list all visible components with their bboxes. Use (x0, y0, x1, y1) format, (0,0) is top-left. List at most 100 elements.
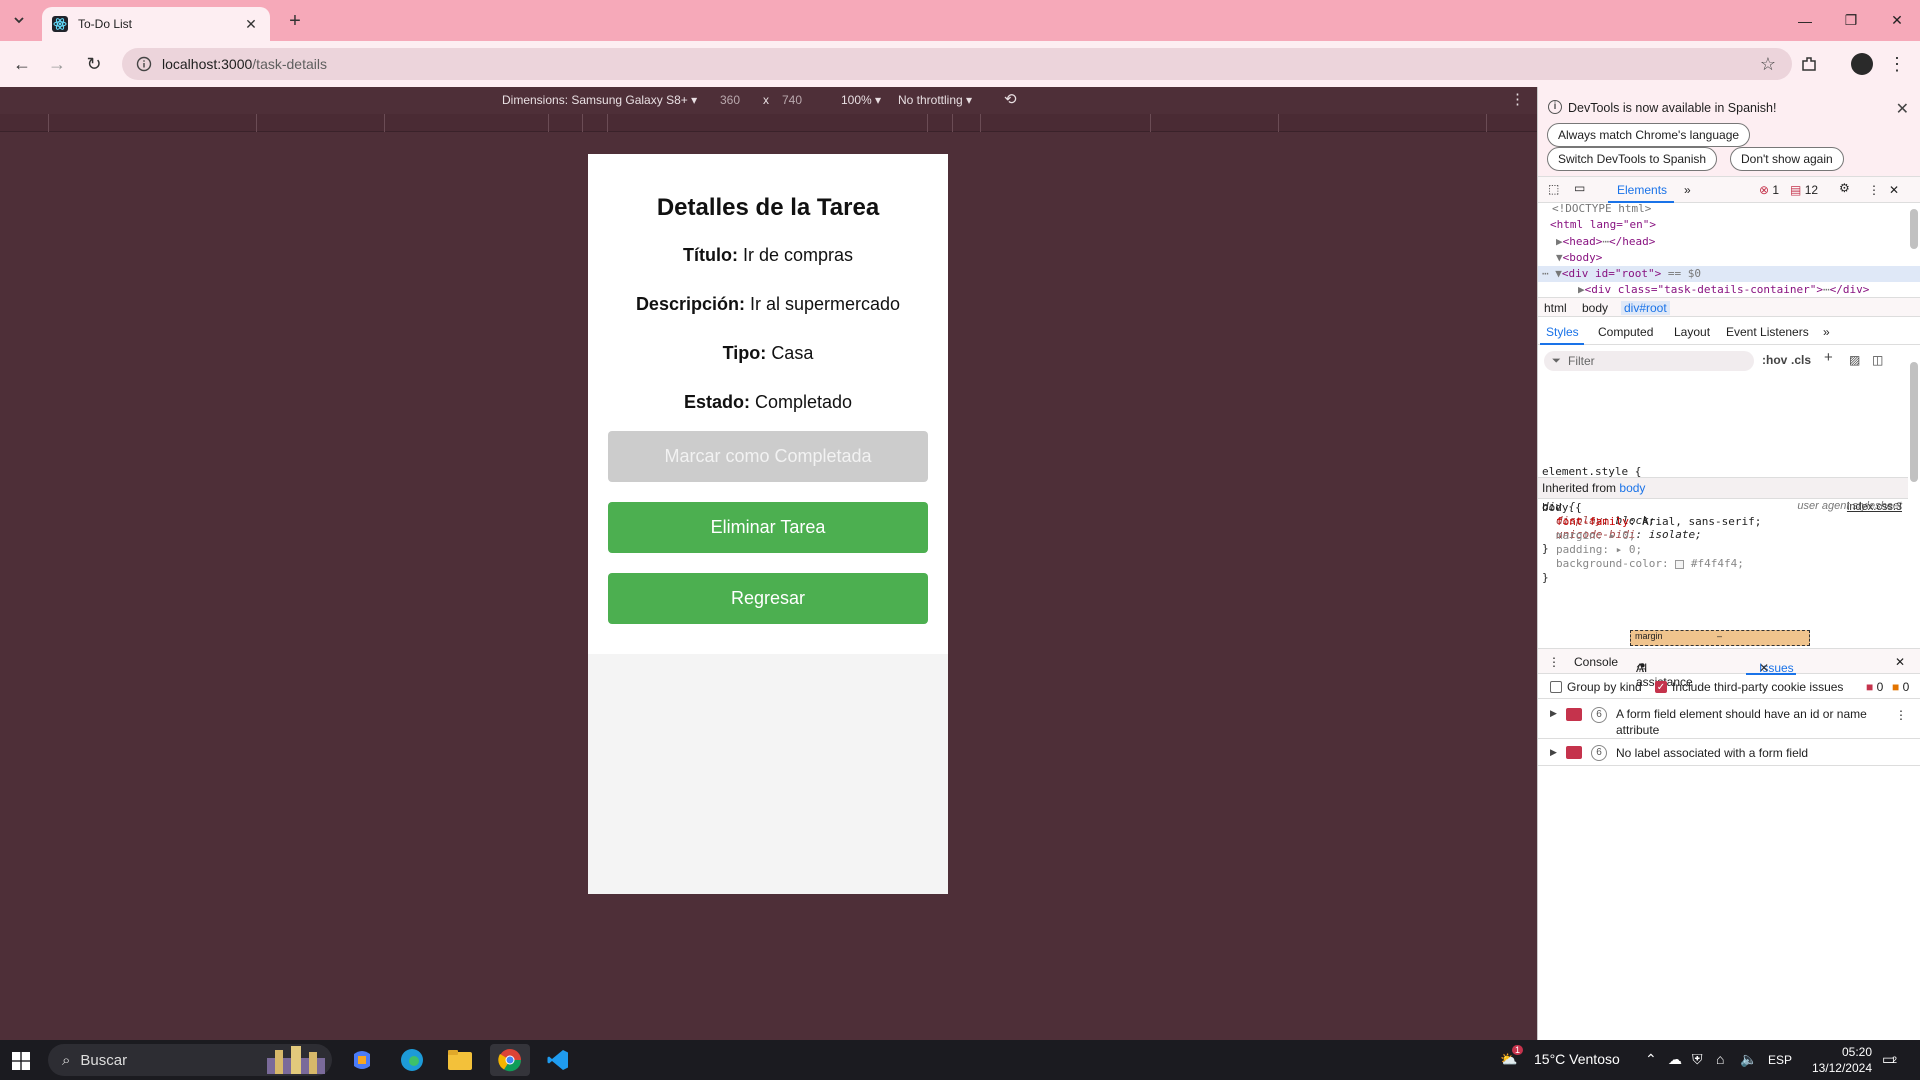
throttling-select[interactable]: No throttling ▾ (898, 93, 972, 107)
sidebar-toggle-icon[interactable]: ◫ (1872, 353, 1883, 367)
dom-body[interactable]: ▼<body> (1538, 250, 1920, 266)
more-subtabs-icon[interactable]: » (1823, 325, 1830, 339)
network-icon[interactable]: ⌂ (1716, 1051, 1724, 1067)
forward-button[interactable]: → (43, 51, 71, 77)
back-to-list-button[interactable]: Regresar (608, 573, 928, 624)
device-more-icon[interactable]: ⋮ (1510, 90, 1525, 108)
device-width-input[interactable]: 360 (720, 93, 740, 107)
device-height-input[interactable]: 740 (782, 93, 802, 107)
device-toggle-icon[interactable]: ▭ (1574, 181, 1585, 195)
styles-scrollbar[interactable] (1910, 362, 1918, 482)
dom-scrollbar[interactable] (1910, 209, 1918, 249)
add-rule-icon[interactable]: + (1824, 349, 1833, 366)
back-button[interactable]: ← (8, 51, 36, 77)
tab-computed[interactable]: Computed (1598, 325, 1653, 339)
address-bar[interactable]: localhost:3000/task-details ☆ (122, 48, 1792, 80)
zoom-select[interactable]: 100% ▾ (841, 93, 881, 107)
search-highlight-image[interactable] (262, 1044, 330, 1076)
settings-gear-icon[interactable]: ⚙ (1839, 181, 1850, 195)
edge-icon[interactable] (392, 1044, 432, 1076)
tab-event-listeners[interactable]: Event Listeners (1726, 325, 1809, 339)
cls-toggle[interactable]: .cls (1791, 353, 1811, 367)
body-rule[interactable]: body { index.css:3 font-family: Arial, s… (1542, 501, 1908, 585)
minimize-button[interactable]: — (1782, 0, 1828, 41)
tab-search-button[interactable] (6, 9, 32, 31)
weather-icon[interactable]: ⛅ 1 (1500, 1045, 1524, 1068)
more-tabs-icon[interactable]: » (1684, 183, 1691, 197)
windows-start-icon[interactable] (12, 1052, 30, 1070)
issue-row[interactable]: ▶ 6 A form field element should have an … (1538, 701, 1920, 739)
devtools-more-icon[interactable]: ⋮ (1868, 183, 1880, 197)
inherited-link[interactable]: body (1619, 481, 1645, 495)
crumb-body[interactable]: body (1582, 301, 1608, 315)
crumb-root[interactable]: div#root (1621, 301, 1670, 315)
dom-head[interactable]: ▶<head>⋯</head> (1538, 234, 1920, 250)
copilot-icon[interactable] (342, 1044, 382, 1076)
drawer-menu-icon[interactable]: ⋮ (1548, 655, 1560, 669)
dom-doctype[interactable]: <!DOCTYPE html> (1538, 201, 1920, 217)
hov-toggle[interactable]: :hov (1762, 353, 1787, 367)
profile-avatar[interactable] (1849, 52, 1875, 76)
third-party-checkbox[interactable]: ✓ (1655, 681, 1667, 693)
clock[interactable]: 05:20 13/12/2024 (1812, 1044, 1872, 1076)
security-icon[interactable]: ⛨ (1692, 1051, 1703, 1068)
browser-tab[interactable]: To-Do List ✕ (42, 7, 270, 41)
rotate-icon[interactable]: ⟲ (1004, 90, 1017, 108)
delete-task-button[interactable]: Eliminar Tarea (608, 502, 928, 553)
chrome-menu-icon[interactable]: ⋮ (1884, 52, 1910, 76)
dom-root-div[interactable]: ⋯ ▼<div id="root"> == $0 (1538, 266, 1920, 282)
tray-chevron-icon[interactable]: ⌃ (1645, 1051, 1657, 1068)
new-tab-button[interactable]: + (282, 9, 308, 33)
tab-styles[interactable]: Styles (1546, 325, 1579, 339)
issue-warning-badge[interactable]: ■ 0 (1892, 680, 1909, 694)
file-explorer-icon[interactable] (440, 1044, 480, 1076)
error-count-badge[interactable]: ⊗ 1 (1759, 183, 1779, 197)
issue-error-badge[interactable]: ■ 0 (1866, 680, 1883, 694)
group-by-kind-checkbox[interactable] (1550, 681, 1562, 693)
issue-count: 6 (1591, 745, 1607, 761)
drawer-close-icon[interactable]: ✕ (1895, 655, 1905, 669)
source-link[interactable]: index.css:3 (1847, 501, 1902, 513)
browser-titlebar: To-Do List ✕ + — ❐ ✕ (0, 0, 1920, 41)
styles-filter-input[interactable]: ⏷ Filter (1544, 351, 1754, 371)
onedrive-icon[interactable]: ☁ (1668, 1051, 1682, 1068)
crumb-html[interactable]: html (1544, 301, 1567, 315)
chrome-icon[interactable] (490, 1044, 530, 1076)
notifications-icon[interactable]: ▭ 2 (1882, 1051, 1897, 1068)
tab-layout[interactable]: Layout (1674, 325, 1710, 339)
infobar-close-icon[interactable]: ✕ (1896, 99, 1909, 119)
volume-icon[interactable]: 🔈 (1740, 1051, 1757, 1068)
language-indicator[interactable]: ESP (1768, 1053, 1792, 1067)
bookmark-star-icon[interactable]: ☆ (1760, 54, 1776, 75)
tab-close-icon[interactable]: ✕ (242, 15, 260, 33)
dont-show-again-button[interactable]: Don't show again (1730, 147, 1844, 171)
reload-button[interactable]: ↻ (80, 51, 108, 77)
site-info-icon[interactable] (136, 56, 152, 72)
issue-row[interactable]: ▶ 6 No label associated with a form fiel… (1538, 740, 1920, 766)
dom-child-div[interactable]: ▶<div class="task-details-container">⋯</… (1538, 282, 1920, 298)
inspect-icon[interactable]: ⬚ (1548, 182, 1559, 196)
dom-html[interactable]: <html lang="en"> (1538, 217, 1920, 233)
close-window-button[interactable]: ✕ (1874, 0, 1920, 41)
restore-button[interactable]: ❐ (1828, 0, 1874, 41)
paint-icon[interactable]: ▨ (1849, 353, 1860, 367)
color-swatch[interactable] (1675, 559, 1685, 569)
devtools-close-icon[interactable]: ✕ (1889, 183, 1899, 197)
task-details-container: Detalles de la Tarea Título: Ir de compr… (588, 154, 948, 654)
expand-icon[interactable]: ▶ (1550, 747, 1557, 758)
vscode-icon[interactable] (538, 1044, 578, 1076)
react-icon (52, 16, 68, 32)
expand-icon[interactable]: ▶ (1550, 708, 1557, 719)
clock-date: 13/12/2024 (1811, 1061, 1872, 1075)
device-dimensions-select[interactable]: Dimensions: Samsung Galaxy S8+ ▾ (502, 93, 697, 107)
issue-more-icon[interactable]: ⋮ (1895, 708, 1907, 722)
tab-console[interactable]: Console (1574, 655, 1618, 669)
tab-elements[interactable]: Elements (1617, 183, 1667, 197)
mark-complete-button[interactable]: Marcar como Completada (608, 431, 928, 482)
message-count-badge[interactable]: ▤ 12 (1790, 183, 1818, 197)
extensions-icon[interactable] (1796, 52, 1822, 76)
switch-language-button[interactable]: Switch DevTools to Spanish (1547, 147, 1718, 171)
match-language-button[interactable]: Always match Chrome's language (1547, 123, 1751, 147)
task-description-field: Descripción: Ir al supermercado (635, 294, 901, 314)
weather-text[interactable]: 15°C Ventoso (1534, 1051, 1620, 1067)
